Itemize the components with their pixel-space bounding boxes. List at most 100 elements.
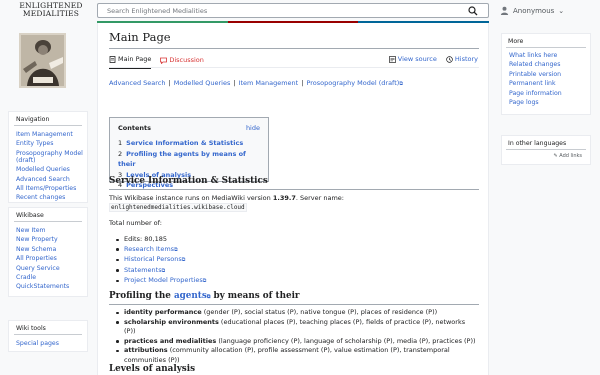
search-placeholder: Search Enlightened Medialities <box>107 7 208 15</box>
site-logo-image[interactable] <box>19 33 66 88</box>
more-page-information[interactable]: Page information <box>509 90 562 97</box>
navigation-panel: Navigation Item Management Entity Types … <box>8 111 88 203</box>
page-actions: View source History <box>388 55 478 67</box>
wb-all-properties[interactable]: All Properties <box>16 255 57 262</box>
tab-history-label: History <box>454 55 478 63</box>
list-item: practices and medialities (language prof… <box>116 337 476 347</box>
wikibase-title: Wikibase <box>14 208 82 222</box>
nav-item-management[interactable]: Item Management <box>16 131 73 138</box>
list-item: Statements⧉ <box>116 266 476 277</box>
external-link-icon: ⧉ <box>181 257 186 264</box>
quicklink-modelled-queries[interactable]: Modelled Queries <box>174 79 231 87</box>
languages-title: In other languages <box>506 136 586 150</box>
tab-view-source[interactable]: View source <box>388 55 437 67</box>
tabs-divider <box>109 67 479 68</box>
more-related-changes[interactable]: Related changes <box>509 61 560 68</box>
link-statements[interactable]: Statements <box>124 266 162 274</box>
external-link-icon: ⧉ <box>161 267 166 274</box>
title-divider <box>109 48 479 49</box>
tab-discussion-label: Discussion <box>169 56 204 64</box>
edit-pencil-icon: ✎ <box>553 153 558 159</box>
wiki-tools-title: Wiki tools <box>14 321 82 335</box>
user-avatar-icon <box>500 6 509 15</box>
toc-item: 2 Profiling the agents by means of their <box>118 149 246 169</box>
nav-modelled-queries[interactable]: Modelled Queries <box>16 166 70 173</box>
toc-title: Contents <box>118 124 151 132</box>
add-links-label: Add links <box>559 153 582 159</box>
more-title: More <box>506 34 586 48</box>
quicklink-prosopography-model[interactable]: Prosopography Model (draft) <box>306 79 399 87</box>
discussion-icon <box>160 57 168 64</box>
wb-query-service[interactable]: Query Service <box>16 265 60 272</box>
page-title: Main Page <box>109 30 171 44</box>
toc-link-service-info[interactable]: Service Information & Statistics <box>126 139 243 147</box>
link-research-items[interactable]: Research Items <box>124 245 174 253</box>
list-item: Research Items⧉ <box>116 245 476 256</box>
nav-prosopography-model[interactable]: Prosopography Model (draft) <box>16 150 83 164</box>
chevron-down-icon: ⌄ <box>558 6 565 15</box>
main-content: Main Page Main Page Discussion View sour… <box>97 23 489 375</box>
more-panel: More What links here Related changes Pri… <box>501 33 591 115</box>
wb-new-schema[interactable]: New Schema <box>16 246 56 253</box>
agents-link[interactable]: agents <box>174 291 207 301</box>
wb-new-item[interactable]: New Item <box>16 227 46 234</box>
external-link-icon: ⧉ <box>174 246 178 253</box>
wb-new-property[interactable]: New Property <box>16 236 58 243</box>
toc-item: 1 Service Information & Statistics <box>118 139 244 147</box>
server-name: enlightenedmedialities.wikibase.cloud <box>109 203 247 212</box>
logo-line-2: MEDIALITIES <box>22 9 80 18</box>
tab-history[interactable]: History <box>446 55 478 67</box>
add-links-control[interactable]: ✎ Add links <box>502 153 590 159</box>
toc-link-profiling[interactable]: Profiling the agents by means of their <box>118 150 246 169</box>
edits-count: Edits: 80,185 <box>124 235 167 243</box>
external-link-icon: ⧉ <box>399 81 403 87</box>
wb-quickstatements[interactable]: QuickStatements <box>16 283 69 290</box>
more-permanent-link[interactable]: Permanent link <box>509 80 556 87</box>
quicklink-item-management[interactable]: Item Management <box>239 79 299 87</box>
list-item: scholarship environments (educational pl… <box>116 318 476 337</box>
code-icon <box>388 55 396 63</box>
nav-all-items-properties[interactable]: All Items/Properties <box>16 185 76 192</box>
toc-hide-toggle[interactable]: hide <box>246 124 260 132</box>
wiki-tools-panel: Wiki tools Special pages <box>8 320 88 352</box>
quick-links-bar: Advanced Search | Modelled Queries | Item Ma… <box>109 79 403 87</box>
user-name: Anonymous <box>513 6 555 15</box>
list-item: Edits: 80,185 <box>116 235 476 245</box>
section-divider <box>109 304 479 305</box>
list-item: Historical Persons⧉ <box>116 255 476 266</box>
history-clock-icon <box>446 55 453 63</box>
more-printable-version[interactable]: Printable version <box>509 71 561 78</box>
nav-advanced-search[interactable]: Advanced Search <box>16 176 70 183</box>
navigation-title: Navigation <box>14 112 82 126</box>
list-item: identity performance (gender (P), social… <box>116 308 476 318</box>
link-project-model-properties[interactable]: Project Model Properties <box>124 276 203 284</box>
table-of-contents: Contents hide 1 Service Information & Sta… <box>109 117 269 189</box>
wikibase-panel: Wikibase New Item New Property New Schem… <box>8 207 88 297</box>
mediawiki-version: 1.39.7 <box>272 194 296 202</box>
list-item: attributions (community allocation (P), … <box>116 346 476 365</box>
section-heading-levels: Levels of analysis <box>109 364 196 374</box>
section-heading-profiling: Profiling the agents⧉ by means of their <box>109 291 300 301</box>
wb-cradle[interactable]: Cradle <box>16 274 36 281</box>
quicklink-advanced-search[interactable]: Advanced Search <box>109 79 166 87</box>
user-menu[interactable]: Anonymous ⌄ <box>500 6 564 15</box>
site-logo-wordmark[interactable]: ENLIGHTENED MEDIALITIES <box>16 2 86 18</box>
search-input[interactable]: Search Enlightened Medialities <box>97 3 489 18</box>
nav-entity-types[interactable]: Entity Types <box>16 140 53 147</box>
statistics-list: Edits: 80,185 Research Items⧉ Historical… <box>116 235 476 287</box>
service-paragraph: This Wikibase instance runs on MediaWiki… <box>109 194 344 212</box>
profiling-list: identity performance (gender (P), social… <box>116 308 476 366</box>
link-historical-persons[interactable]: Historical Persons <box>124 255 182 263</box>
external-link-icon: ⧉ <box>202 278 207 285</box>
more-page-logs[interactable]: Page logs <box>509 99 539 106</box>
languages-panel: In other languages ✎ Add links <box>501 135 591 165</box>
tool-special-pages[interactable]: Special pages <box>16 340 59 347</box>
list-item: Project Model Properties⧉ <box>116 276 476 287</box>
section-heading-service: Service Information & Statistics <box>109 176 268 186</box>
tab-view-source-label: View source <box>397 55 437 63</box>
tab-main-page-label: Main Page <box>118 55 152 63</box>
total-number-label: Total number of: <box>109 219 162 227</box>
nav-recent-changes[interactable]: Recent changes <box>16 194 65 201</box>
search-icon[interactable] <box>468 6 478 16</box>
more-what-links-here[interactable]: What links here <box>509 52 557 59</box>
